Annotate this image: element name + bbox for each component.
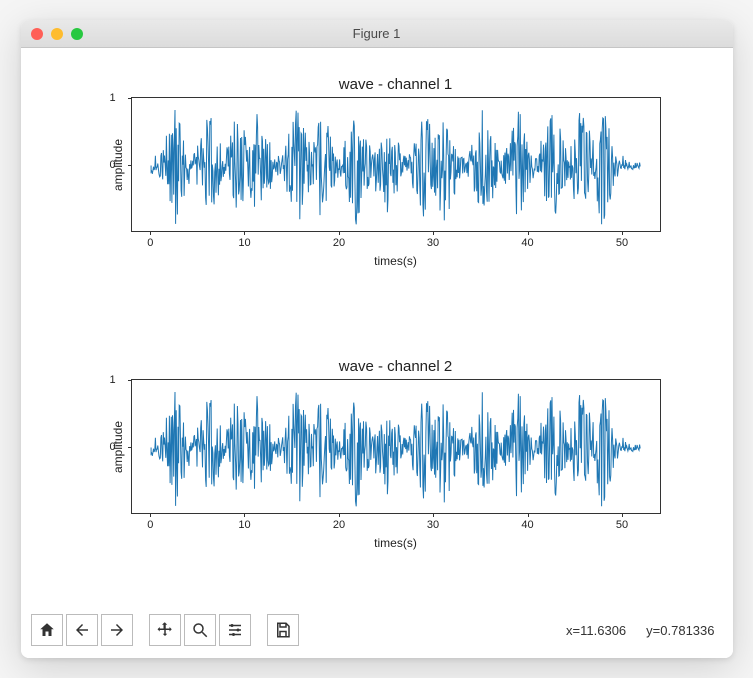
maximize-button[interactable] (71, 28, 83, 40)
chart-1-xtick: 50 (616, 237, 628, 249)
chart-1-title: wave - channel 1 (131, 76, 661, 93)
arrow-right-icon (108, 621, 126, 639)
chart-2-xtick: 20 (333, 519, 345, 531)
chart-2-ytick: 0 (110, 441, 116, 453)
window-title: Figure 1 (353, 26, 401, 41)
close-button[interactable] (31, 28, 43, 40)
pan-button[interactable] (149, 614, 181, 646)
chart-2-waveform (132, 380, 662, 515)
chart-2-xlabel: times(s) (131, 536, 661, 550)
chart-1-waveform (132, 98, 662, 233)
chart-1-xtick: 20 (333, 237, 345, 249)
traffic-lights (31, 28, 83, 40)
chart-2-axes[interactable]: amplitude 1 0 0 10 20 30 40 50 (131, 379, 661, 514)
plot-area[interactable]: wave - channel 1 amplitude 1 0 0 10 20 3… (21, 58, 733, 608)
chart-2: wave - channel 2 amplitude 1 0 0 10 20 3… (131, 358, 661, 550)
back-button[interactable] (66, 614, 98, 646)
save-icon (274, 621, 292, 639)
chart-1-xtick: 40 (521, 237, 533, 249)
chart-2-xtick: 0 (147, 519, 153, 531)
chart-2-title: wave - channel 2 (131, 358, 661, 375)
cursor-coords: x=11.6306 y=0.781336 (566, 623, 722, 638)
chart-1-ytick: 1 (110, 92, 116, 104)
chart-1-ytick: 0 (110, 159, 116, 171)
cursor-x: x=11.6306 (566, 623, 626, 638)
sliders-icon (226, 621, 244, 639)
figure-window: Figure 1 wave - channel 1 amplitude 1 0 … (21, 20, 733, 658)
figure-content: wave - channel 1 amplitude 1 0 0 10 20 3… (21, 48, 733, 658)
chart-1-axes[interactable]: amplitude 1 0 0 10 20 30 40 50 (131, 97, 661, 232)
chart-1-xtick: 30 (427, 237, 439, 249)
chart-1-xtick: 10 (238, 237, 250, 249)
chart-1: wave - channel 1 amplitude 1 0 0 10 20 3… (131, 76, 661, 268)
chart-2-xtick: 30 (427, 519, 439, 531)
home-icon (38, 621, 56, 639)
cursor-y: y=0.781336 (646, 623, 714, 638)
chart-1-xtick: 0 (147, 237, 153, 249)
configure-button[interactable] (219, 614, 251, 646)
minimize-button[interactable] (51, 28, 63, 40)
arrow-left-icon (73, 621, 91, 639)
chart-1-xlabel: times(s) (131, 254, 661, 268)
forward-button[interactable] (101, 614, 133, 646)
titlebar: Figure 1 (21, 20, 733, 48)
chart-2-ytick: 1 (110, 374, 116, 386)
zoom-button[interactable] (184, 614, 216, 646)
toolbar: x=11.6306 y=0.781336 (21, 608, 733, 658)
home-button[interactable] (31, 614, 63, 646)
move-icon (156, 621, 174, 639)
save-button[interactable] (267, 614, 299, 646)
zoom-icon (191, 621, 209, 639)
chart-2-xtick: 50 (616, 519, 628, 531)
chart-2-xtick: 10 (238, 519, 250, 531)
chart-2-xtick: 40 (521, 519, 533, 531)
